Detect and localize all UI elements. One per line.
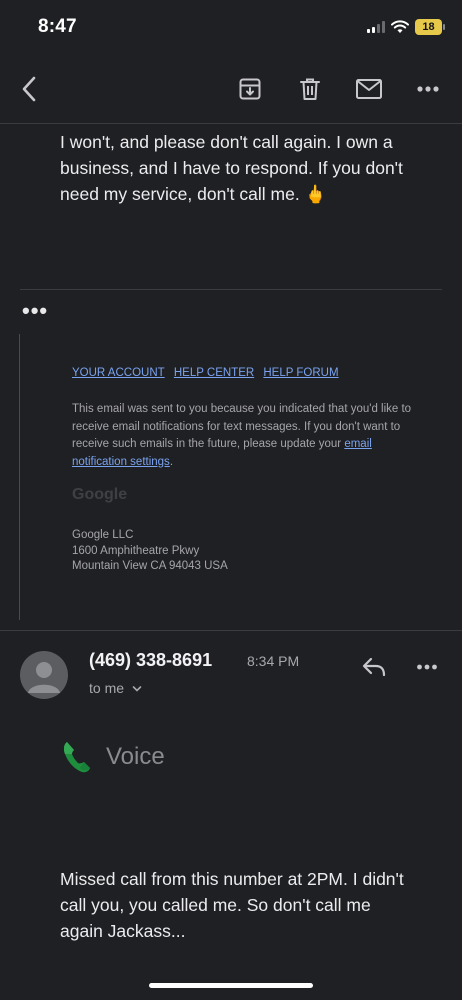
address-block: Google LLC 1600 Amphitheatre Pkwy Mounta… xyxy=(72,528,228,575)
message-body: Missed call from this number at 2PM. I d… xyxy=(60,869,404,941)
address-line: Mountain View CA 94043 USA xyxy=(72,560,228,572)
chevron-left-icon xyxy=(22,76,36,102)
avatar[interactable] xyxy=(20,651,68,699)
notice-end: . xyxy=(169,455,174,468)
cellular-signal-icon xyxy=(367,21,385,33)
back-button[interactable] xyxy=(14,74,44,104)
message-divider-2 xyxy=(0,630,462,631)
message-time: 8:34 PM xyxy=(247,653,300,669)
mark-unread-button[interactable] xyxy=(353,74,385,104)
voice-brand-text: Voice xyxy=(106,743,165,770)
message-divider xyxy=(20,289,442,290)
footer-links: YOUR ACCOUNT HELP CENTER HELP FORUM xyxy=(72,367,345,379)
address-line: Google LLC xyxy=(72,529,134,541)
recipient-label: to me xyxy=(89,680,125,696)
quote-bar xyxy=(19,334,20,620)
archive-icon xyxy=(239,78,261,100)
voice-phone-icon xyxy=(63,742,90,773)
trash-icon xyxy=(300,78,320,100)
delete-button[interactable] xyxy=(295,74,325,104)
battery-icon: 18 xyxy=(415,19,445,35)
status-bar: 8:47 18 xyxy=(0,0,462,54)
email-toolbar xyxy=(0,62,462,116)
archive-button[interactable] xyxy=(235,74,265,104)
reply-icon xyxy=(362,657,386,677)
person-icon xyxy=(28,662,60,693)
mail-icon xyxy=(356,79,382,99)
status-time: 8:47 xyxy=(38,16,77,37)
show-quoted-text-button[interactable]: ••• xyxy=(22,300,48,322)
reply-button[interactable] xyxy=(358,652,390,682)
help-center-link[interactable]: HELP CENTER xyxy=(174,367,254,379)
your-account-link[interactable]: YOUR ACCOUNT xyxy=(72,367,165,379)
help-forum-link[interactable]: HELP FORUM xyxy=(263,367,338,379)
address-line: 1600 Amphitheatre Pkwy xyxy=(72,544,200,557)
google-voice-logo: Voice xyxy=(62,740,165,774)
more-options-button[interactable] xyxy=(413,74,443,104)
home-indicator[interactable] xyxy=(149,983,313,988)
more-horizontal-icon xyxy=(417,664,437,670)
google-logo: Google xyxy=(72,486,128,503)
sender-name: (469) 338-8691 xyxy=(89,650,213,670)
wifi-icon xyxy=(391,20,409,33)
status-icons: 18 xyxy=(367,18,445,36)
recipient-details[interactable]: to me xyxy=(89,680,142,696)
notification-notice: This email was sent to you because you i… xyxy=(72,401,412,471)
battery-level: 18 xyxy=(422,21,435,33)
message-more-button[interactable] xyxy=(412,652,442,682)
more-horizontal-icon xyxy=(417,86,439,92)
previous-message-body: I won't, and please don't call again. I … xyxy=(60,132,403,204)
chevron-down-icon xyxy=(132,686,142,692)
toolbar-divider xyxy=(0,123,462,124)
